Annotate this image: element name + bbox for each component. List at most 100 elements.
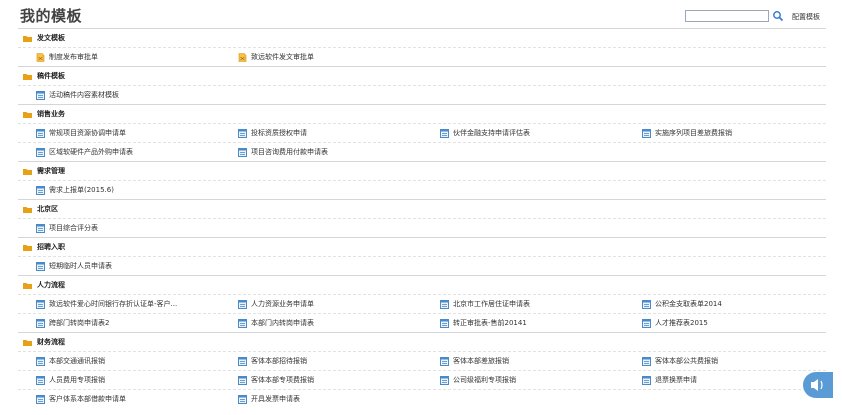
template-item-label: 客体本部招待报销 (251, 357, 307, 365)
template-row: 跨部门转岗申请表2 本部门内转岗申请表 转正审批表-售前20141 人才推荐表2015 (18, 313, 826, 332)
template-item[interactable]: 客体本部招待报销 (220, 356, 422, 366)
template-item[interactable]: 短期临时人员申请表 (18, 261, 220, 271)
template-item-label: 投标资质授权申请 (251, 129, 307, 137)
form-icon (440, 128, 449, 138)
form-icon (36, 90, 45, 100)
template-item[interactable]: 公积金支取表单2014 (624, 299, 826, 309)
form-icon (36, 318, 45, 328)
template-item-label: 制度发布审批单 (49, 53, 98, 61)
template-item[interactable]: 投标资质授权申请 (220, 128, 422, 138)
template-item-label: 客户体系本部借款申请单 (49, 395, 126, 403)
template-item[interactable]: 实施序列项目差旅费报销 (624, 128, 826, 138)
template-item-label: 公司级福利专项报销 (453, 376, 516, 384)
template-item[interactable]: 致远软件爱心时间银行存折认证单-客户... (18, 299, 220, 309)
folder-icon (23, 206, 32, 213)
folder-icon (23, 168, 32, 175)
form-icon (642, 375, 651, 385)
form-icon (440, 356, 449, 366)
template-item-label: 公积金支取表单2014 (655, 300, 722, 308)
section-title: 销售业务 (37, 110, 65, 118)
template-row: 常规项目资源协调申请单 投标资质授权申请 伙伴金融支持申请评估表 实施序列项目差旅费报… (18, 123, 826, 142)
template-item-label: 活动稿件内容素材模板 (49, 91, 119, 99)
template-item-label: 致远软件发文审批单 (251, 53, 314, 61)
template-row: 本部交通通讯报销 客体本部招待报销 客体本部差旅报销 客体本部公共费报销 (18, 351, 826, 370)
template-item[interactable]: 伙伴金融支持申请评估表 (422, 128, 624, 138)
folder-icon (23, 35, 32, 42)
speaker-icon[interactable] (803, 372, 833, 398)
section-header: 发文模板 (18, 29, 826, 47)
template-item[interactable]: 项目综合评分表 (18, 223, 220, 233)
template-item[interactable]: 客体本部专项费报销 (220, 375, 422, 385)
template-item-label: 本部交通通讯报销 (49, 357, 105, 365)
template-item[interactable]: 北京市工作居住证申请表 (422, 299, 624, 309)
template-section: 招聘入职短期临时人员申请表 (18, 237, 826, 275)
form-icon (36, 375, 45, 385)
form-icon (238, 394, 247, 404)
template-item[interactable]: 致远软件发文审批单 (220, 52, 422, 62)
template-item[interactable]: 跨部门转岗申请表2 (18, 318, 220, 328)
template-item[interactable]: 转正审批表-售前20141 (422, 318, 624, 328)
template-item[interactable]: 制度发布审批单 (18, 52, 220, 62)
page-title: 我的模板 (20, 7, 83, 25)
template-item[interactable]: 客户体系本部借款申请单 (18, 394, 220, 404)
page-header: 我的模板 配置模板 (18, 4, 826, 26)
template-row: 需求上报单(2015.6) (18, 180, 826, 199)
section-header: 招聘入职 (18, 238, 826, 256)
template-item[interactable]: 客体本部公共费报销 (624, 356, 826, 366)
template-item[interactable]: 客体本部差旅报销 (422, 356, 624, 366)
form-icon (36, 185, 45, 195)
template-item[interactable]: 人才推荐表2015 (624, 318, 826, 328)
template-item[interactable]: 人员费用专项报销 (18, 375, 220, 385)
template-item-label: 人员费用专项报销 (49, 376, 105, 384)
template-item[interactable]: 项目咨询费用付款申请表 (220, 147, 422, 157)
section-title: 招聘入职 (37, 243, 65, 251)
template-item[interactable]: 退票换票申请 (624, 375, 826, 385)
template-item-label: 客体本部差旅报销 (453, 357, 509, 365)
template-item-label: 需求上报单(2015.6) (49, 186, 114, 194)
section-title: 稿件模板 (37, 72, 65, 80)
form-icon (238, 375, 247, 385)
template-section: 财务流程 本部交通通讯报销 客体本部招待报销 客体本部差旅报销 客体本部公共费报销 人员费… (18, 332, 826, 408)
template-section: 北京区项目综合评分表 (18, 199, 826, 237)
section-title: 需求管理 (37, 167, 65, 175)
form-icon (440, 318, 449, 328)
template-section: 销售业务常规项目资源协调申请单 投标资质授权申请 伙伴金融支持申请评估表 实施序列项目… (18, 104, 826, 161)
template-item[interactable]: 常规项目资源协调申请单 (18, 128, 220, 138)
template-item-label: 常规项目资源协调申请单 (49, 129, 126, 137)
doc-yellow-icon (238, 52, 247, 62)
template-item-label: 项目咨询费用付款申请表 (251, 148, 328, 156)
template-row: 区域软硬件产品外购申请表 项目咨询费用付款申请表 (18, 142, 826, 161)
template-item[interactable]: 本部交通通讯报销 (18, 356, 220, 366)
search-input[interactable] (685, 10, 769, 22)
config-templates-link[interactable]: 配置模板 (792, 12, 820, 22)
search-icon[interactable] (772, 10, 784, 22)
form-icon (440, 299, 449, 309)
template-item-label: 转正审批表-售前20141 (453, 319, 527, 327)
template-item[interactable]: 人力资源业务申请单 (220, 299, 422, 309)
template-item-label: 人力资源业务申请单 (251, 300, 314, 308)
section-title: 发文模板 (37, 34, 65, 42)
form-icon (36, 394, 45, 404)
folder-icon (23, 244, 32, 251)
template-row: 致远软件爱心时间银行存折认证单-客户... 人力资源业务申请单 北京市工作居住证申请… (18, 294, 826, 313)
section-header: 人力流程 (18, 276, 826, 294)
doc-yellow-icon (36, 52, 45, 62)
template-item[interactable]: 公司级福利专项报销 (422, 375, 624, 385)
form-icon (36, 223, 45, 233)
template-item[interactable]: 需求上报单(2015.6) (18, 185, 220, 195)
template-item-label: 区域软硬件产品外购申请表 (49, 148, 133, 156)
section-header: 需求管理 (18, 162, 826, 180)
form-icon (642, 356, 651, 366)
form-icon (36, 128, 45, 138)
template-item[interactable]: 开具发票申请表 (220, 394, 422, 404)
template-item-label: 客体本部专项费报销 (251, 376, 314, 384)
template-item[interactable]: 区域软硬件产品外购申请表 (18, 147, 220, 157)
template-item-label: 人才推荐表2015 (655, 319, 708, 327)
template-row: 客户体系本部借款申请单 开具发票申请表 (18, 389, 826, 408)
form-icon (642, 318, 651, 328)
template-item[interactable]: 本部门内转岗申请表 (220, 318, 422, 328)
section-title: 北京区 (37, 205, 58, 213)
template-item[interactable]: 活动稿件内容素材模板 (18, 90, 220, 100)
form-icon (642, 128, 651, 138)
form-icon (36, 299, 45, 309)
